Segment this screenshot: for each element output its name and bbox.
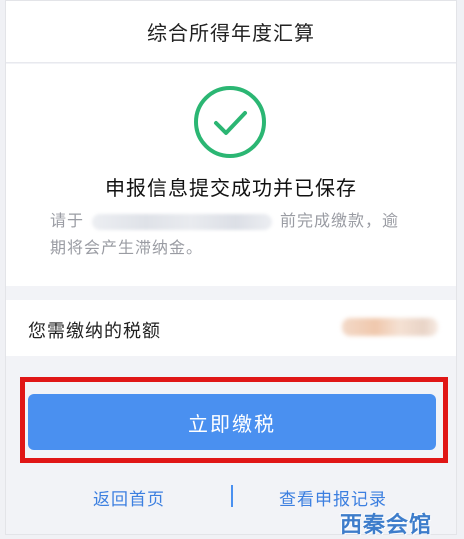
page-frame: 综合所得年度汇算 申报信息提交成功并已保存 请于 前完成缴款，逾 期将会产生滞纳金… [5, 0, 457, 538]
tax-due-row: 您需缴纳的税额 [6, 300, 456, 356]
notice-prefix: 请于 [50, 211, 85, 230]
page-header: 综合所得年度汇算 [6, 1, 456, 63]
tax-due-label: 您需缴纳的税额 [28, 321, 161, 342]
notice-middle: 前完成缴款，逾 [280, 211, 400, 230]
redacted-tax-amount [342, 318, 438, 336]
pay-now-button[interactable]: 立即缴税 [28, 394, 436, 450]
back-home-link[interactable]: 返回首页 [93, 485, 165, 510]
late-fee-notice: 期将会产生滞纳金。 [50, 238, 204, 257]
link-divider [231, 485, 233, 507]
redacted-deadline [92, 213, 273, 230]
payment-deadline-notice: 请于 前完成缴款，逾 [50, 208, 420, 234]
result-card: 申报信息提交成功并已保存 请于 前完成缴款，逾 期将会产生滞纳金。 [6, 64, 456, 286]
watermark-logo: 西秦会馆 [340, 513, 433, 538]
check-circle-icon [194, 86, 266, 158]
page-title: 综合所得年度汇算 [147, 21, 315, 45]
success-title: 申报信息提交成功并已保存 [105, 176, 357, 200]
